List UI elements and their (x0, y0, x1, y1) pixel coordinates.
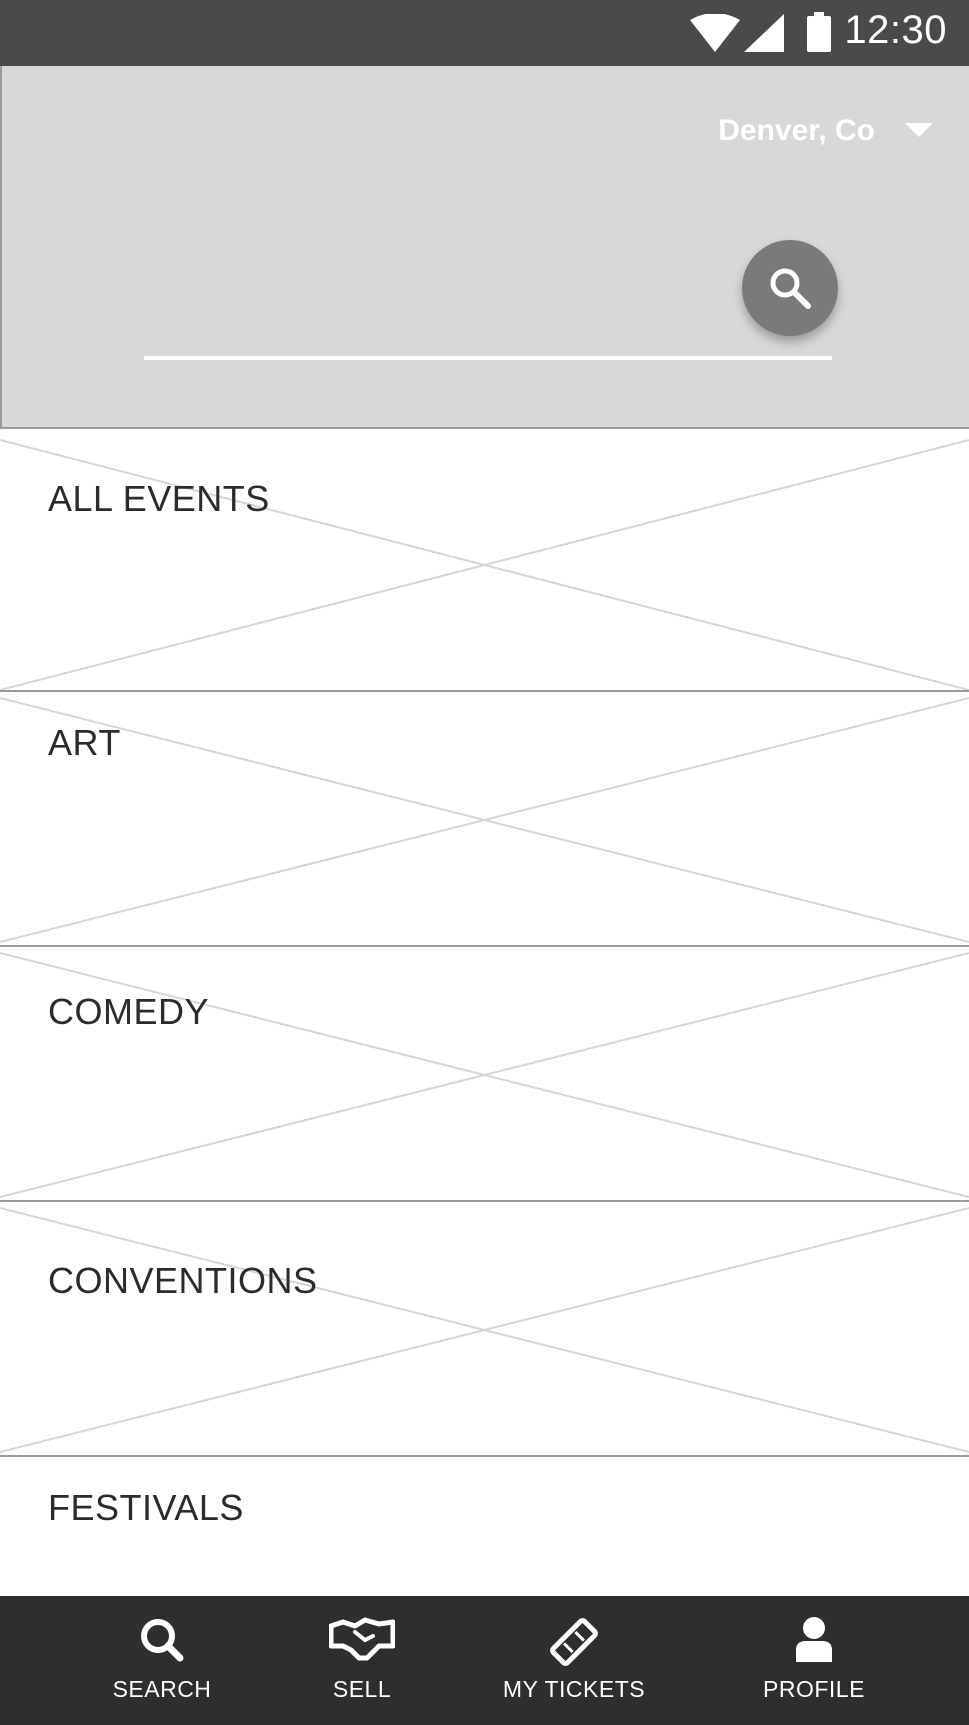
battery-icon (807, 12, 831, 52)
category-label: COMEDY (48, 991, 210, 1032)
app-screen: 12:30 Denver, Co ALL EVENTS ART COMEDY C… (0, 0, 969, 1725)
caret-down-icon (905, 123, 933, 137)
nav-item-profile[interactable]: PROFILE (754, 1596, 874, 1725)
image-placeholder (0, 952, 969, 1198)
wifi-icon (690, 14, 740, 52)
nav-label: SELL (332, 1676, 392, 1702)
nav-item-sell[interactable]: SELL (302, 1596, 422, 1725)
category-conventions[interactable]: CONVENTIONS (0, 1202, 969, 1457)
nav-label: PROFILE (763, 1676, 865, 1702)
nav-label: MY TICKETS (502, 1676, 646, 1702)
nav-item-search[interactable]: SEARCH (92, 1596, 232, 1725)
location-label: Denver, Co (718, 114, 875, 147)
search-icon (141, 1619, 184, 1662)
category-art[interactable]: ART (0, 692, 969, 947)
category-comedy[interactable]: COMEDY (0, 947, 969, 1202)
signal-icon (744, 14, 784, 52)
category-festivals[interactable]: FESTIVALS (0, 1457, 969, 1596)
search-icon (770, 268, 811, 309)
ticket-icon (550, 1618, 598, 1666)
handshake-icon (329, 1617, 395, 1661)
image-placeholder (0, 1207, 969, 1453)
search-button[interactable] (742, 240, 838, 336)
search-input[interactable] (144, 356, 832, 360)
person-icon (796, 1617, 832, 1662)
nav-label: SEARCH (112, 1676, 212, 1702)
image-placeholder (0, 439, 969, 691)
image-placeholder (0, 697, 969, 943)
category-label: CONVENTIONS (48, 1260, 318, 1301)
status-time: 12:30 (844, 8, 947, 52)
category-label: ART (48, 722, 121, 763)
bottom-nav: SEARCH SELL MY TICKETS PROFILE (0, 1596, 969, 1725)
category-all-events[interactable]: ALL EVENTS (0, 428, 969, 692)
search-header: Denver, Co (0, 66, 969, 429)
category-label: ALL EVENTS (48, 478, 270, 519)
status-bar: 12:30 (0, 0, 969, 66)
nav-item-my-tickets[interactable]: MY TICKETS (494, 1596, 654, 1725)
category-label: FESTIVALS (48, 1487, 244, 1528)
location-dropdown[interactable]: Denver, Co (718, 114, 933, 148)
